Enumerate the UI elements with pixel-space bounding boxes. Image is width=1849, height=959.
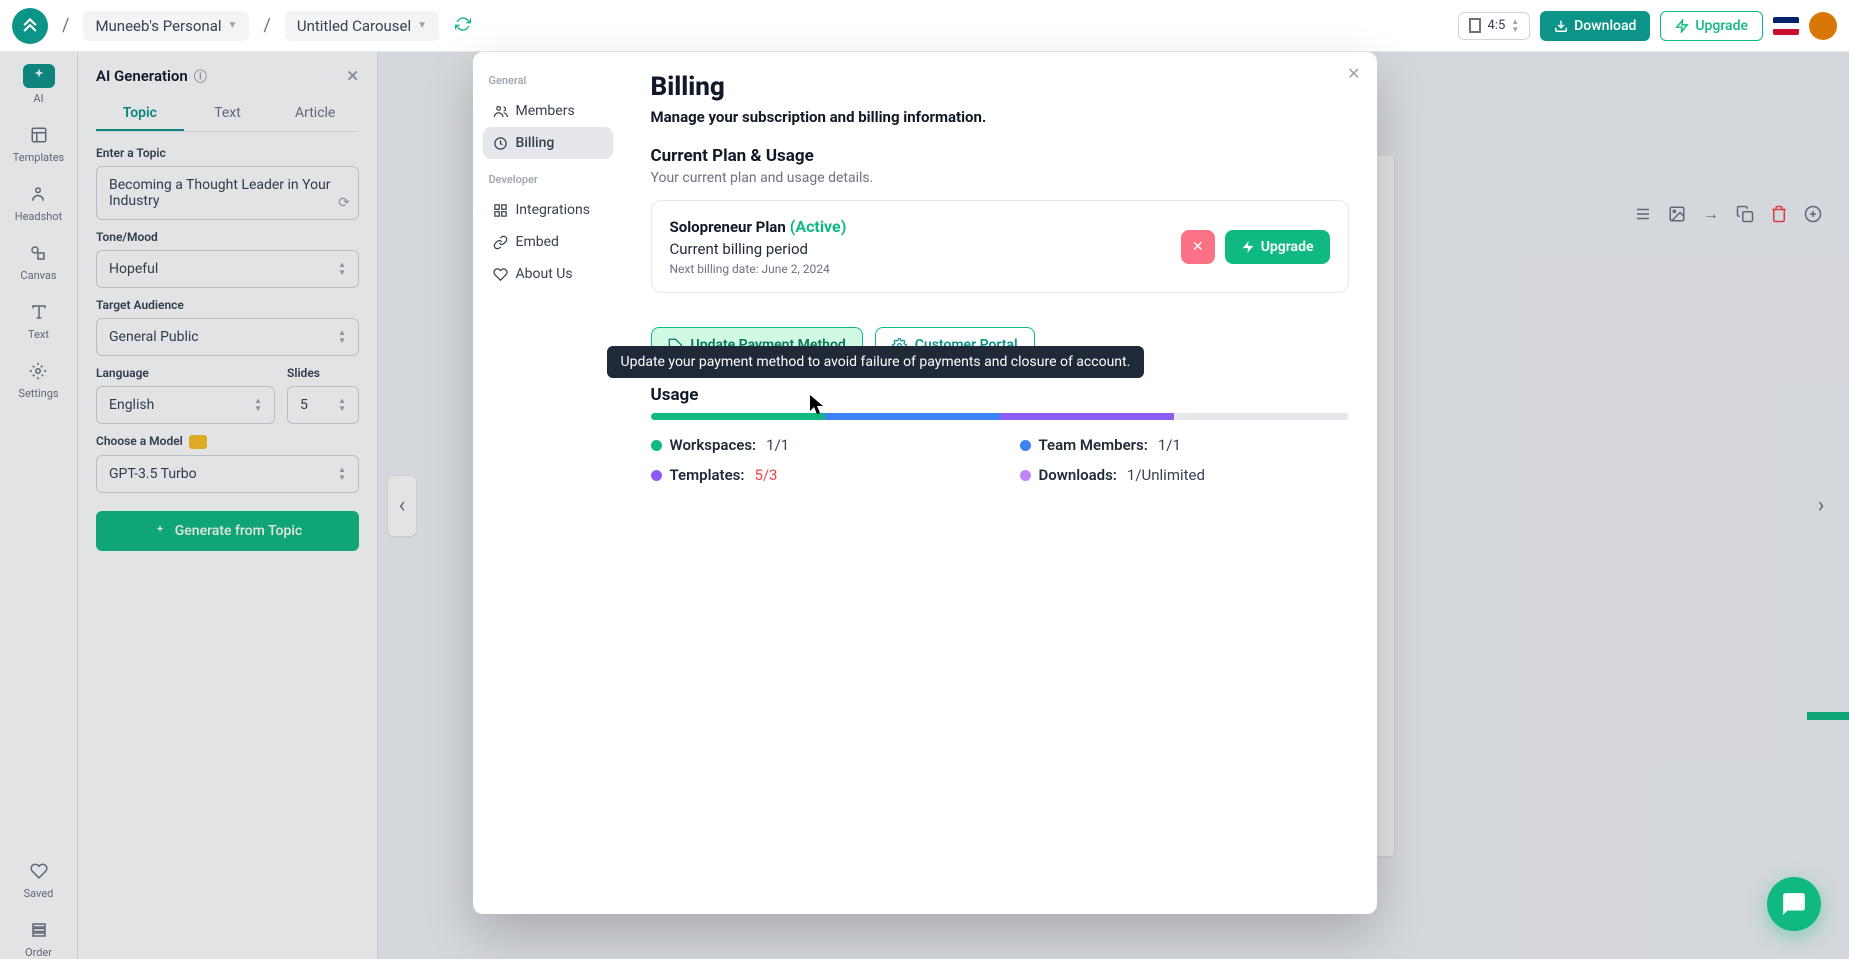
breadcrumb-sep: / (62, 15, 69, 36)
usage-team: Team Members: 1/1 (1020, 436, 1349, 454)
modal-overlay[interactable]: General Members Billing Developer Integr… (0, 52, 1849, 959)
next-billing: Next billing date: June 2, 2024 (670, 262, 847, 276)
nav-members[interactable]: Members (483, 95, 613, 127)
app-logo[interactable] (12, 8, 48, 44)
top-bar: / Muneeb's Personal ▼ / Untitled Carouse… (0, 0, 1849, 52)
dot-icon (1020, 470, 1031, 481)
nav-section-general: General (489, 74, 607, 87)
upgrade-plan-button[interactable]: Upgrade (1225, 230, 1330, 264)
plan-card: Solopreneur Plan (Active) Current billin… (651, 200, 1349, 293)
dot-icon (651, 470, 662, 481)
aspect-ratio-select[interactable]: 4:5 ▲▼ (1458, 12, 1530, 40)
sync-icon (455, 16, 471, 36)
nav-label: Billing (516, 135, 555, 151)
modal-nav: General Members Billing Developer Integr… (473, 52, 623, 914)
close-icon[interactable]: ✕ (1347, 64, 1360, 83)
nav-label: Members (516, 103, 575, 119)
document-crumb[interactable]: Untitled Carousel ▼ (285, 11, 439, 41)
usage-downloads: Downloads: 1/Unlimited (1020, 466, 1349, 484)
chevron-updown-icon: ▲▼ (1511, 18, 1519, 34)
download-label: Download (1574, 18, 1636, 34)
billing-period: Current billing period (670, 240, 847, 258)
nav-billing[interactable]: Billing (483, 127, 613, 159)
upgrade-label: Upgrade (1695, 18, 1748, 34)
cursor-icon (810, 395, 826, 419)
section-plan-title: Current Plan & Usage (651, 146, 1349, 166)
cancel-plan-button[interactable]: ✕ (1181, 230, 1215, 264)
usage-grid: Workspaces: 1/1 Team Members: 1/1 Templa… (651, 436, 1349, 484)
workspace-crumb[interactable]: Muneeb's Personal ▼ (83, 11, 249, 41)
payment-tooltip: Update your payment method to avoid fail… (607, 346, 1145, 378)
nav-about[interactable]: About Us (483, 258, 613, 290)
breadcrumb-sep: / (263, 15, 270, 36)
dot-icon (1020, 440, 1031, 451)
usage-progress-bar (651, 413, 1349, 420)
usage-title: Usage (651, 385, 1349, 405)
usage-templates: Templates: 5/3 (651, 466, 980, 484)
nav-label: Embed (516, 234, 559, 250)
plan-status: (Active) (790, 217, 847, 236)
upgrade-button[interactable]: Upgrade (1660, 11, 1763, 41)
document-name: Untitled Carousel (297, 17, 411, 35)
aspect-value: 4:5 (1487, 18, 1505, 33)
aspect-icon (1469, 18, 1481, 33)
chevron-down-icon: ▼ (228, 20, 238, 31)
nav-label: Integrations (516, 202, 590, 218)
section-plan-desc: Your current plan and usage details. (651, 170, 1349, 186)
user-avatar[interactable] (1809, 12, 1837, 40)
nav-label: About Us (516, 266, 573, 282)
dot-icon (651, 440, 662, 451)
workspace-name: Muneeb's Personal (95, 17, 221, 35)
upgrade-label: Upgrade (1261, 239, 1314, 255)
modal-body: ✕ Billing Manage your subscription and b… (623, 52, 1377, 914)
download-button[interactable]: Download (1540, 11, 1650, 41)
settings-modal: General Members Billing Developer Integr… (473, 52, 1377, 914)
nav-integrations[interactable]: Integrations (483, 194, 613, 226)
usage-workspaces: Workspaces: 1/1 (651, 436, 980, 454)
language-flag-uk[interactable] (1773, 17, 1799, 35)
chat-fab[interactable] (1767, 877, 1821, 931)
nav-embed[interactable]: Embed (483, 226, 613, 258)
plan-name: Solopreneur Plan (670, 218, 786, 236)
modal-subtitle: Manage your subscription and billing inf… (651, 108, 1349, 126)
nav-section-developer: Developer (489, 173, 607, 186)
modal-title: Billing (651, 72, 1349, 102)
chevron-down-icon: ▼ (417, 20, 427, 31)
